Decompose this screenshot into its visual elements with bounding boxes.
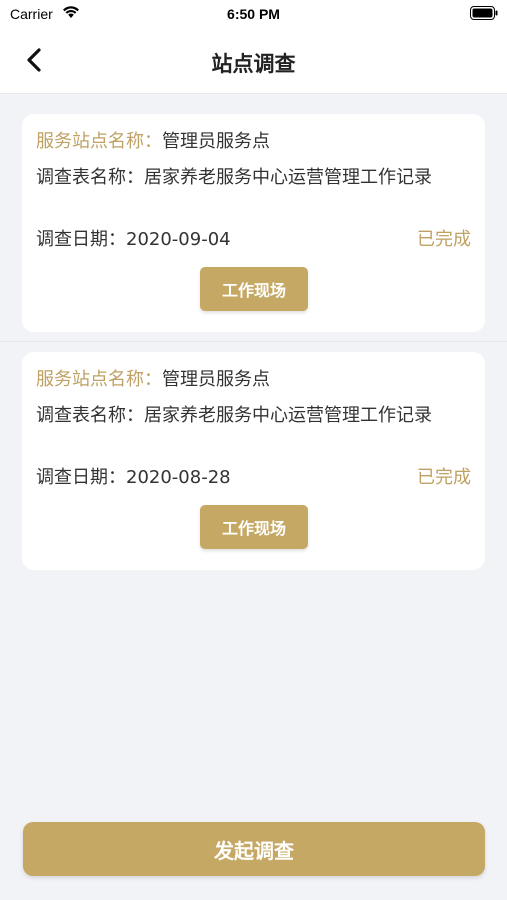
form-label: 调查表名称： <box>36 167 144 188</box>
date-value: 2020-09-04 <box>126 229 231 250</box>
form-value: 居家养老服务中心运营管理工作记录 <box>144 167 432 188</box>
navigation-bar: 站点调查 <box>0 28 507 94</box>
date-row: 调查日期：2020-09-04 <box>36 226 231 254</box>
station-label: 服务站点名称： <box>36 131 162 152</box>
form-row: 调查表名称： 居家养老服务中心运营管理工作记录 <box>36 164 476 192</box>
survey-record-card[interactable]: 服务站点名称：管理员服务点 调查表名称： 居家养老服务中心运营管理工作记录 调查… <box>22 352 485 570</box>
date-label: 调查日期： <box>36 229 126 250</box>
status-badge: 已完成 <box>417 467 471 488</box>
battery-icon <box>470 6 498 20</box>
clock: 6:50 PM <box>227 6 280 22</box>
page-title: 站点调查 <box>211 52 296 76</box>
station-value: 管理员服务点 <box>162 369 270 390</box>
initiate-survey-button[interactable]: 发起调查 <box>23 822 485 876</box>
form-row: 调查表名称： 居家养老服务中心运营管理工作记录 <box>36 402 476 430</box>
date-row: 调查日期：2020-08-28 <box>36 464 231 492</box>
date-value: 2020-08-28 <box>126 467 231 488</box>
station-value: 管理员服务点 <box>162 131 270 152</box>
station-row: 服务站点名称：管理员服务点 <box>36 128 270 156</box>
station-row: 服务站点名称：管理员服务点 <box>36 366 270 394</box>
date-label: 调查日期： <box>36 467 126 488</box>
station-label: 服务站点名称： <box>36 369 162 390</box>
status-badge: 已完成 <box>417 229 471 250</box>
form-value: 居家养老服务中心运营管理工作记录 <box>144 405 432 426</box>
work-site-button[interactable]: 工作现场 <box>200 267 308 311</box>
form-label: 调查表名称： <box>36 405 144 426</box>
divider <box>0 341 507 342</box>
work-site-button[interactable]: 工作现场 <box>200 505 308 549</box>
survey-record-card[interactable]: 服务站点名称：管理员服务点 调查表名称： 居家养老服务中心运营管理工作记录 调查… <box>22 114 485 332</box>
status-bar: Carrier 6:50 PM <box>0 0 507 28</box>
survey-screen: Carrier 6:50 PM 站点调查 服务站点名称：管理员服务点 调查表名称… <box>0 0 507 900</box>
